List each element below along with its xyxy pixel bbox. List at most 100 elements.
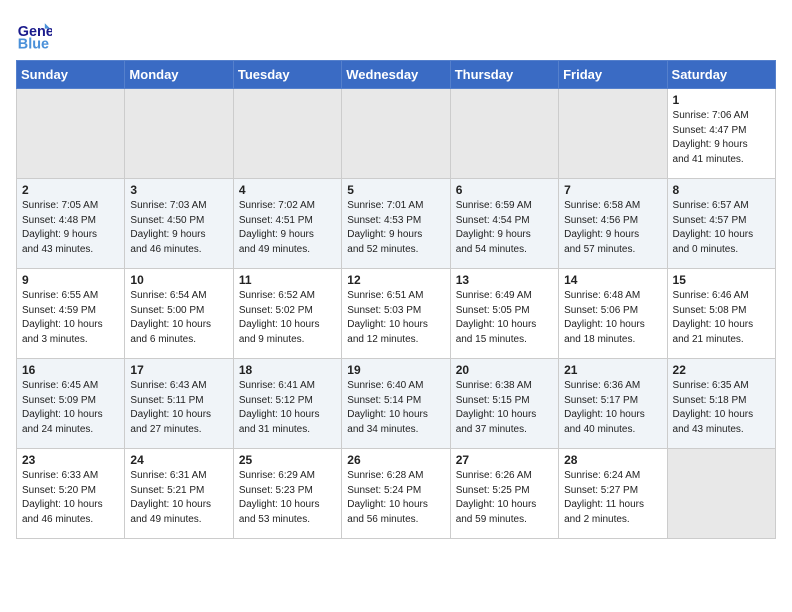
day-cell: 19 Sunrise: 6:40 AM Sunset: 5:14 PM Dayli…: [342, 359, 450, 449]
calendar-header-row: SundayMondayTuesdayWednesdayThursdayFrid…: [17, 61, 776, 89]
day-cell: [233, 89, 341, 179]
day-cell: 23 Sunrise: 6:33 AM Sunset: 5:20 PM Dayli…: [17, 449, 125, 539]
day-info: Sunrise: 6:54 AM Sunset: 5:00 PM Dayligh…: [130, 289, 227, 347]
day-cell: [559, 89, 667, 179]
day-header-thursday: Thursday: [450, 61, 558, 89]
day-cell: 18 Sunrise: 6:41 AM Sunset: 5:12 PM Dayli…: [233, 359, 341, 449]
day-number: 3: [130, 183, 227, 197]
day-cell: 7 Sunrise: 6:58 AM Sunset: 4:56 PM Daylig…: [559, 179, 667, 269]
day-info: Sunrise: 6:29 AM Sunset: 5:23 PM Dayligh…: [239, 469, 336, 527]
day-header-sunday: Sunday: [17, 61, 125, 89]
calendar-body: 1Sunrise: 7:06 AM Sunset: 4:47 PM Daylig…: [17, 89, 776, 539]
day-header-wednesday: Wednesday: [342, 61, 450, 89]
day-number: 6: [456, 183, 553, 197]
day-cell: 27Sunrise: 6:26 AM Sunset: 5:25 PM Dayli…: [450, 449, 558, 539]
day-info: Sunrise: 6:35 AM Sunset: 5:18 PM Dayligh…: [673, 379, 770, 437]
day-header-saturday: Saturday: [667, 61, 775, 89]
week-row-5: 23 Sunrise: 6:33 AM Sunset: 5:20 PM Dayli…: [17, 449, 776, 539]
day-cell: 12 Sunrise: 6:51 AM Sunset: 5:03 PM Dayli…: [342, 269, 450, 359]
day-number: 21: [564, 363, 661, 377]
day-info: Sunrise: 6:31 AM Sunset: 5:21 PM Dayligh…: [130, 469, 227, 527]
day-number: 10: [130, 273, 227, 287]
page-header: General Blue: [16, 16, 776, 52]
day-number: 25: [239, 453, 336, 467]
day-number: 15: [673, 273, 770, 287]
day-info: Sunrise: 6:55 AM Sunset: 4:59 PM Dayligh…: [22, 289, 119, 347]
day-cell: 4Sunrise: 7:02 AM Sunset: 4:51 PM Daylig…: [233, 179, 341, 269]
day-info: Sunrise: 6:48 AM Sunset: 5:06 PM Dayligh…: [564, 289, 661, 347]
week-row-3: 9 Sunrise: 6:55 AM Sunset: 4:59 PM Daylig…: [17, 269, 776, 359]
day-number: 4: [239, 183, 336, 197]
day-number: 22: [673, 363, 770, 377]
week-row-1: 1Sunrise: 7:06 AM Sunset: 4:47 PM Daylig…: [17, 89, 776, 179]
day-cell: [17, 89, 125, 179]
logo: General Blue: [16, 16, 56, 52]
day-number: 5: [347, 183, 444, 197]
day-info: Sunrise: 7:05 AM Sunset: 4:48 PM Dayligh…: [22, 199, 119, 257]
day-cell: 14Sunrise: 6:48 AM Sunset: 5:06 PM Dayli…: [559, 269, 667, 359]
day-number: 18: [239, 363, 336, 377]
day-number: 24: [130, 453, 227, 467]
calendar-table: SundayMondayTuesdayWednesdayThursdayFrid…: [16, 60, 776, 539]
day-cell: 24 Sunrise: 6:31 AM Sunset: 5:21 PM Dayli…: [125, 449, 233, 539]
day-cell: [342, 89, 450, 179]
day-cell: 1Sunrise: 7:06 AM Sunset: 4:47 PM Daylig…: [667, 89, 775, 179]
day-number: 23: [22, 453, 119, 467]
day-header-friday: Friday: [559, 61, 667, 89]
day-cell: 28 Sunrise: 6:24 AM Sunset: 5:27 PM Dayli…: [559, 449, 667, 539]
day-info: Sunrise: 6:26 AM Sunset: 5:25 PM Dayligh…: [456, 469, 553, 527]
day-info: Sunrise: 6:46 AM Sunset: 5:08 PM Dayligh…: [673, 289, 770, 347]
day-info: Sunrise: 6:49 AM Sunset: 5:05 PM Dayligh…: [456, 289, 553, 347]
day-info: Sunrise: 6:59 AM Sunset: 4:54 PM Dayligh…: [456, 199, 553, 257]
day-cell: 2 Sunrise: 7:05 AM Sunset: 4:48 PM Daylig…: [17, 179, 125, 269]
day-number: 1: [673, 93, 770, 107]
week-row-4: 16Sunrise: 6:45 AM Sunset: 5:09 PM Dayli…: [17, 359, 776, 449]
day-info: Sunrise: 6:45 AM Sunset: 5:09 PM Dayligh…: [22, 379, 119, 437]
day-number: 26: [347, 453, 444, 467]
day-header-monday: Monday: [125, 61, 233, 89]
day-cell: [667, 449, 775, 539]
day-info: Sunrise: 6:52 AM Sunset: 5:02 PM Dayligh…: [239, 289, 336, 347]
day-info: Sunrise: 6:36 AM Sunset: 5:17 PM Dayligh…: [564, 379, 661, 437]
day-info: Sunrise: 6:33 AM Sunset: 5:20 PM Dayligh…: [22, 469, 119, 527]
day-info: Sunrise: 6:40 AM Sunset: 5:14 PM Dayligh…: [347, 379, 444, 437]
day-info: Sunrise: 6:38 AM Sunset: 5:15 PM Dayligh…: [456, 379, 553, 437]
day-info: Sunrise: 6:57 AM Sunset: 4:57 PM Dayligh…: [673, 199, 770, 257]
day-cell: 26 Sunrise: 6:28 AM Sunset: 5:24 PM Dayli…: [342, 449, 450, 539]
week-row-2: 2 Sunrise: 7:05 AM Sunset: 4:48 PM Daylig…: [17, 179, 776, 269]
day-number: 28: [564, 453, 661, 467]
day-number: 8: [673, 183, 770, 197]
day-info: Sunrise: 6:51 AM Sunset: 5:03 PM Dayligh…: [347, 289, 444, 347]
day-number: 9: [22, 273, 119, 287]
day-number: 7: [564, 183, 661, 197]
day-cell: 13 Sunrise: 6:49 AM Sunset: 5:05 PM Dayli…: [450, 269, 558, 359]
logo-icon: General Blue: [16, 16, 52, 52]
day-number: 20: [456, 363, 553, 377]
day-cell: 11Sunrise: 6:52 AM Sunset: 5:02 PM Dayli…: [233, 269, 341, 359]
day-cell: [125, 89, 233, 179]
day-cell: 10 Sunrise: 6:54 AM Sunset: 5:00 PM Dayli…: [125, 269, 233, 359]
day-number: 17: [130, 363, 227, 377]
day-cell: 3 Sunrise: 7:03 AM Sunset: 4:50 PM Daylig…: [125, 179, 233, 269]
day-number: 19: [347, 363, 444, 377]
day-cell: 22 Sunrise: 6:35 AM Sunset: 5:18 PM Dayli…: [667, 359, 775, 449]
day-cell: 8 Sunrise: 6:57 AM Sunset: 4:57 PM Daylig…: [667, 179, 775, 269]
day-cell: 6 Sunrise: 6:59 AM Sunset: 4:54 PM Daylig…: [450, 179, 558, 269]
day-cell: 20 Sunrise: 6:38 AM Sunset: 5:15 PM Dayli…: [450, 359, 558, 449]
day-info: Sunrise: 6:41 AM Sunset: 5:12 PM Dayligh…: [239, 379, 336, 437]
day-header-tuesday: Tuesday: [233, 61, 341, 89]
svg-text:Blue: Blue: [18, 36, 49, 52]
day-number: 13: [456, 273, 553, 287]
day-info: Sunrise: 6:24 AM Sunset: 5:27 PM Dayligh…: [564, 469, 661, 527]
day-cell: [450, 89, 558, 179]
day-info: Sunrise: 6:28 AM Sunset: 5:24 PM Dayligh…: [347, 469, 444, 527]
day-cell: 15 Sunrise: 6:46 AM Sunset: 5:08 PM Dayli…: [667, 269, 775, 359]
day-info: Sunrise: 7:01 AM Sunset: 4:53 PM Dayligh…: [347, 199, 444, 257]
day-cell: 21 Sunrise: 6:36 AM Sunset: 5:17 PM Dayli…: [559, 359, 667, 449]
day-number: 2: [22, 183, 119, 197]
day-cell: 16Sunrise: 6:45 AM Sunset: 5:09 PM Dayli…: [17, 359, 125, 449]
day-cell: 25 Sunrise: 6:29 AM Sunset: 5:23 PM Dayli…: [233, 449, 341, 539]
day-number: 12: [347, 273, 444, 287]
day-info: Sunrise: 7:03 AM Sunset: 4:50 PM Dayligh…: [130, 199, 227, 257]
day-info: Sunrise: 6:58 AM Sunset: 4:56 PM Dayligh…: [564, 199, 661, 257]
